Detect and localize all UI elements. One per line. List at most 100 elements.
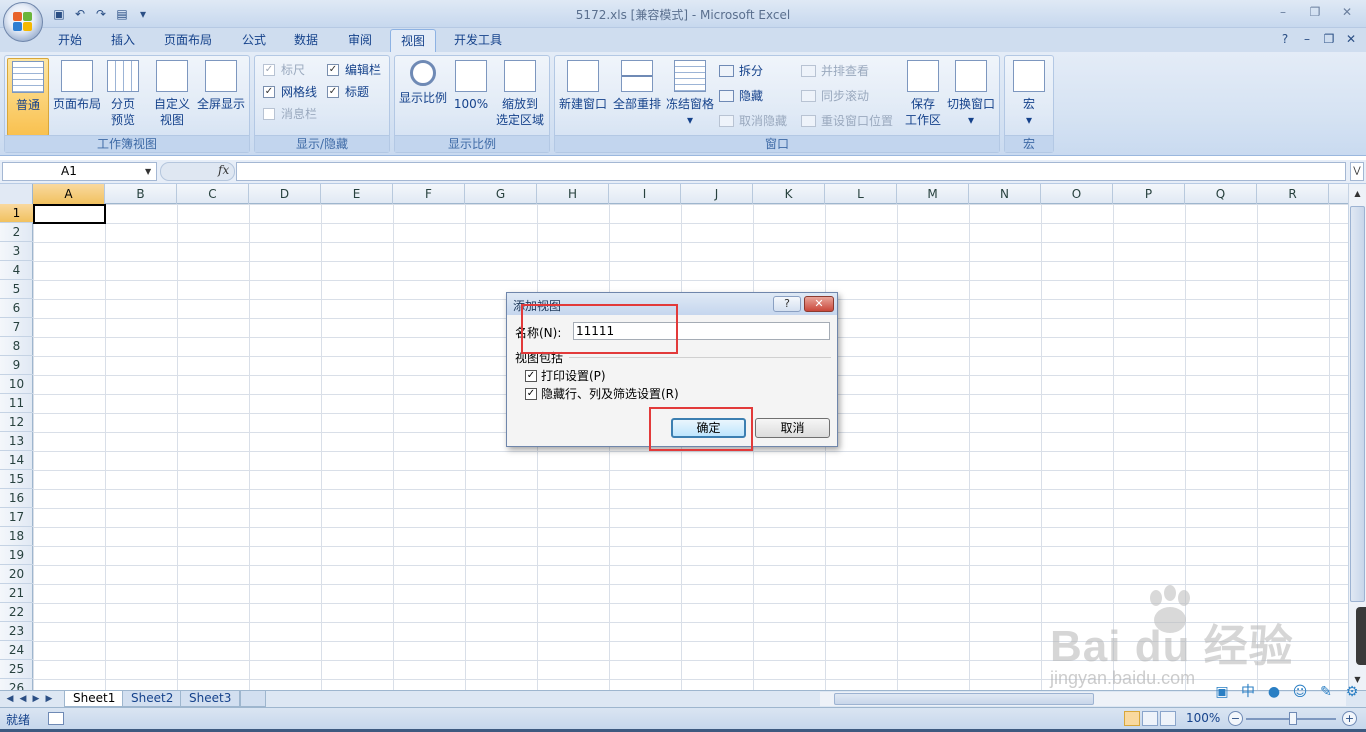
prev-sheet-icon[interactable]: ◀ — [17, 692, 29, 706]
gridlines-checkbox[interactable]: ✓ 网格线 — [263, 83, 317, 101]
column-header[interactable]: O — [1041, 184, 1113, 204]
restore-workbook-icon[interactable]: ❐ — [1322, 32, 1336, 46]
row-header[interactable]: 26 — [0, 679, 33, 690]
select-all-corner[interactable] — [0, 184, 33, 204]
close-workbook-icon[interactable]: ✕ — [1344, 32, 1358, 46]
next-sheet-icon[interactable]: ▶ — [30, 692, 42, 706]
column-header[interactable]: K — [753, 184, 825, 204]
reset-window-position-button[interactable]: 重设窗口位置 — [801, 110, 893, 132]
row-header[interactable]: 17 — [0, 508, 33, 527]
sync-scroll-button[interactable]: 同步滚动 — [801, 85, 869, 107]
column-header[interactable]: A — [33, 184, 105, 204]
active-cell[interactable] — [33, 204, 106, 224]
name-box-dropdown-icon[interactable]: ▼ — [145, 167, 151, 176]
page-break-status-icon[interactable] — [1160, 711, 1176, 726]
hide-window-button[interactable]: 隐藏 — [719, 85, 763, 107]
row-header[interactable]: 4 — [0, 261, 33, 280]
column-header[interactable]: I — [609, 184, 681, 204]
tab-developer[interactable]: 开发工具 — [444, 29, 512, 52]
freeze-panes-button[interactable]: 冻结窗格 ▾ — [665, 58, 715, 136]
horizontal-scroll-thumb[interactable] — [834, 693, 1094, 705]
headings-checkbox[interactable]: ✓ 标题 — [327, 83, 369, 101]
page-layout-view-button[interactable]: 页面布局 — [51, 58, 103, 136]
row-header[interactable]: 7 — [0, 318, 33, 337]
row-header[interactable]: 21 — [0, 584, 33, 603]
minimize-icon[interactable]: – — [1272, 4, 1294, 20]
dialog-close-button[interactable]: ✕ — [804, 296, 834, 312]
chinese-input-icon[interactable]: 中 — [1238, 683, 1258, 701]
column-header[interactable]: C — [177, 184, 249, 204]
zoom-slider-thumb[interactable] — [1289, 712, 1297, 725]
zoom-in-icon[interactable]: + — [1342, 711, 1357, 726]
help-icon[interactable]: ? — [1278, 32, 1292, 46]
row-header[interactable]: 14 — [0, 451, 33, 470]
row-header[interactable]: 11 — [0, 394, 33, 413]
formula-bar-checkbox[interactable]: ✓ 编辑栏 — [327, 61, 381, 79]
row-header[interactable]: 13 — [0, 432, 33, 451]
insert-function-icon[interactable]: fx — [218, 163, 229, 177]
ruler-checkbox[interactable]: ✓ 标尺 — [263, 61, 305, 79]
switch-windows-button[interactable]: 切换窗口 ▾ — [945, 58, 997, 136]
scroll-up-icon[interactable]: ▲ — [1350, 186, 1365, 201]
first-sheet-icon[interactable]: ◀ — [4, 692, 16, 706]
close-icon[interactable]: ✕ — [1336, 4, 1358, 20]
row-header[interactable]: 24 — [0, 641, 33, 660]
row-header[interactable]: 15 — [0, 470, 33, 489]
row-header[interactable]: 3 — [0, 242, 33, 261]
row-header[interactable]: 19 — [0, 546, 33, 565]
pen-icon[interactable]: ✎ — [1316, 683, 1336, 701]
row-header[interactable]: 8 — [0, 337, 33, 356]
column-header[interactable]: P — [1113, 184, 1185, 204]
zoom-out-icon[interactable]: − — [1228, 711, 1243, 726]
last-sheet-icon[interactable]: ▶ — [43, 692, 55, 706]
hidden-rows-settings-checkbox[interactable]: ✓ 隐藏行、列及筛选设置(R) — [525, 386, 679, 402]
page-break-preview-button[interactable]: 分页 预览 — [105, 58, 141, 136]
column-header[interactable]: N — [969, 184, 1041, 204]
zoom-button[interactable]: 显示比例 — [397, 58, 449, 136]
tab-insert[interactable]: 插入 — [101, 29, 145, 52]
arrange-all-button[interactable]: 全部重排 — [611, 58, 663, 136]
sheet-tab-sheet3[interactable]: Sheet3 — [180, 691, 241, 707]
normal-view-button[interactable]: 普通 — [7, 58, 49, 136]
row-header[interactable]: 1 — [0, 204, 33, 223]
row-header[interactable]: 18 — [0, 527, 33, 546]
formula-input[interactable] — [236, 162, 1346, 181]
settings-gear-icon[interactable]: ⚙ — [1342, 683, 1362, 701]
column-header[interactable]: B — [105, 184, 177, 204]
row-header[interactable]: 22 — [0, 603, 33, 622]
column-header[interactable]: E — [321, 184, 393, 204]
zoom-level[interactable]: 100% — [1186, 711, 1220, 725]
view-side-by-side-button[interactable]: 并排查看 — [801, 60, 869, 82]
insert-sheet-icon[interactable] — [240, 691, 266, 707]
column-header[interactable]: M — [897, 184, 969, 204]
dialog-help-button[interactable]: ? — [773, 296, 801, 312]
column-header[interactable]: D — [249, 184, 321, 204]
row-header[interactable]: 25 — [0, 660, 33, 679]
share-icon[interactable]: ▣ — [1212, 683, 1232, 701]
column-header[interactable]: L — [825, 184, 897, 204]
side-panel-handle[interactable] — [1356, 607, 1366, 665]
tab-data[interactable]: 数据 — [284, 29, 328, 52]
restore-icon[interactable]: ❐ — [1304, 4, 1326, 20]
column-header[interactable]: G — [465, 184, 537, 204]
unhide-window-button[interactable]: 取消隐藏 — [719, 110, 787, 132]
page-layout-status-icon[interactable] — [1142, 711, 1158, 726]
fullwidth-icon[interactable]: ● — [1264, 683, 1284, 701]
vertical-scroll-thumb[interactable] — [1350, 206, 1365, 602]
column-header[interactable]: H — [537, 184, 609, 204]
minimize-workbook-icon[interactable]: – — [1300, 32, 1314, 46]
save-workspace-button[interactable]: 保存 工作区 — [903, 58, 943, 136]
row-header[interactable]: 6 — [0, 299, 33, 318]
expand-formula-bar-icon[interactable]: ⋁ — [1350, 162, 1364, 181]
row-header[interactable]: 9 — [0, 356, 33, 375]
cancel-button[interactable]: 取消 — [755, 418, 830, 438]
tab-home[interactable]: 开始 — [48, 29, 92, 52]
name-box[interactable]: A1 — [2, 162, 157, 181]
full-screen-button[interactable]: 全屏显示 — [195, 58, 247, 136]
row-header[interactable]: 5 — [0, 280, 33, 299]
zoom-100-button[interactable]: 100% — [453, 58, 489, 136]
column-header[interactable]: R — [1257, 184, 1329, 204]
macros-button[interactable]: 宏 ▾ — [1009, 58, 1049, 136]
custom-views-button[interactable]: 自定义 视图 — [151, 58, 193, 136]
emoji-icon[interactable]: ☺ — [1290, 683, 1310, 701]
